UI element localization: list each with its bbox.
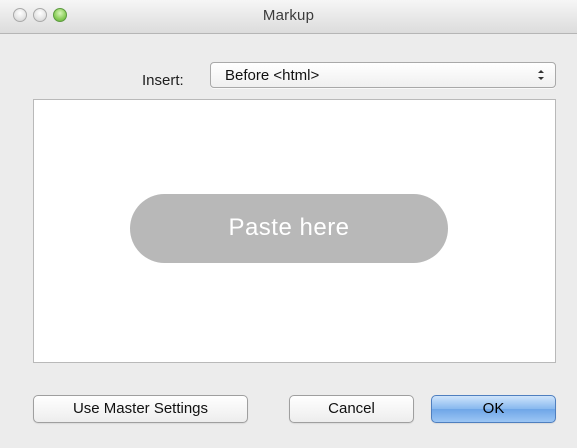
use-master-settings-button[interactable]: Use Master Settings	[33, 395, 248, 423]
paste-area[interactable]: Paste here	[33, 99, 556, 363]
paste-here-placeholder: Paste here	[130, 194, 448, 263]
paste-here-text: Paste here	[228, 214, 350, 241]
insert-label: Insert:	[142, 72, 184, 89]
chevron-up-down-icon	[537, 68, 545, 82]
ok-button[interactable]: OK	[431, 395, 556, 423]
window-title: Markup	[262, 7, 315, 24]
insert-select-value: Before <html>	[225, 67, 320, 84]
title-bar: Markup	[0, 0, 577, 34]
markup-dialog: Markup Insert: Before <html> Paste here …	[0, 0, 577, 448]
insert-select[interactable]: Before <html>	[210, 62, 556, 88]
cancel-button[interactable]: Cancel	[289, 395, 414, 423]
